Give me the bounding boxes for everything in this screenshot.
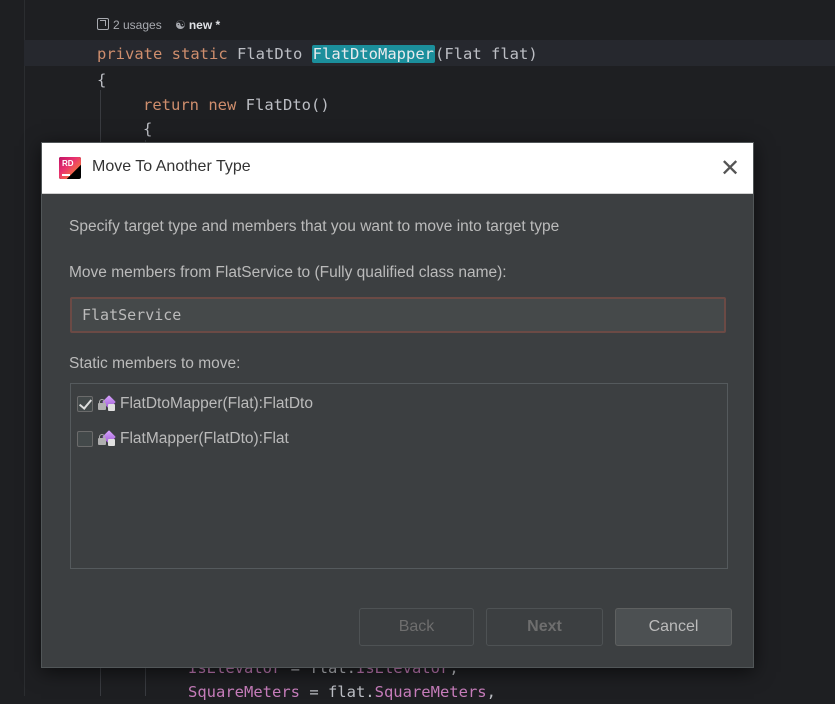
- user-icon: ☯: [175, 18, 186, 32]
- member-checkbox-checked[interactable]: [77, 396, 93, 412]
- editor-gutter: [0, 0, 25, 696]
- move-to-another-type-dialog: RD Move To Another Type ✕ Specify target…: [41, 142, 754, 668]
- member-label: FlatDtoMapper(Flat):FlatDto: [120, 395, 313, 412]
- list-item-flatmapper[interactable]: FlatMapper(FlatDto):Flat: [77, 427, 289, 451]
- usages-count[interactable]: 2 usages: [113, 18, 162, 32]
- dialog-title: Move To Another Type: [92, 158, 251, 175]
- highlighted-method-name: FlatDtoMapper: [311, 45, 435, 63]
- author-label: new *: [188, 18, 221, 32]
- members-list[interactable]: FlatDtoMapper(Flat):FlatDto FlatMapper(F…: [70, 383, 728, 569]
- code-vision-hint[interactable]: 2 usages ☯ new *: [97, 18, 220, 32]
- member-label: FlatMapper(FlatDto):Flat: [120, 430, 289, 447]
- code-line-3[interactable]: return new FlatDto(): [143, 93, 330, 117]
- code-line-6[interactable]: SquareMeters = flat.SquareMeters,: [188, 680, 496, 704]
- close-icon[interactable]: ✕: [715, 153, 745, 183]
- usages-icon: [97, 18, 109, 30]
- static-method-icon: [97, 395, 117, 413]
- target-type-input[interactable]: FlatService: [70, 297, 726, 333]
- static-members-label: Static members to move:: [69, 355, 241, 372]
- list-item-flatdtomapper[interactable]: FlatDtoMapper(Flat):FlatDto: [77, 392, 313, 416]
- member-checkbox-unchecked[interactable]: [77, 431, 93, 447]
- dialog-description: Specify target type and members that you…: [69, 218, 560, 235]
- static-method-icon: [97, 430, 117, 448]
- code-line-2[interactable]: {: [97, 68, 106, 92]
- back-button[interactable]: Back: [359, 608, 474, 646]
- cancel-button[interactable]: Cancel: [615, 608, 732, 646]
- target-type-label: Move members from FlatService to (Fully …: [69, 264, 507, 281]
- dialog-titlebar[interactable]: RD Move To Another Type ✕: [42, 143, 753, 194]
- next-button[interactable]: Next: [486, 608, 603, 646]
- code-line-1[interactable]: private static FlatDto FlatDtoMapper(Fla…: [97, 42, 538, 66]
- code-line-4[interactable]: {: [143, 117, 152, 141]
- rider-app-icon: RD: [59, 157, 81, 179]
